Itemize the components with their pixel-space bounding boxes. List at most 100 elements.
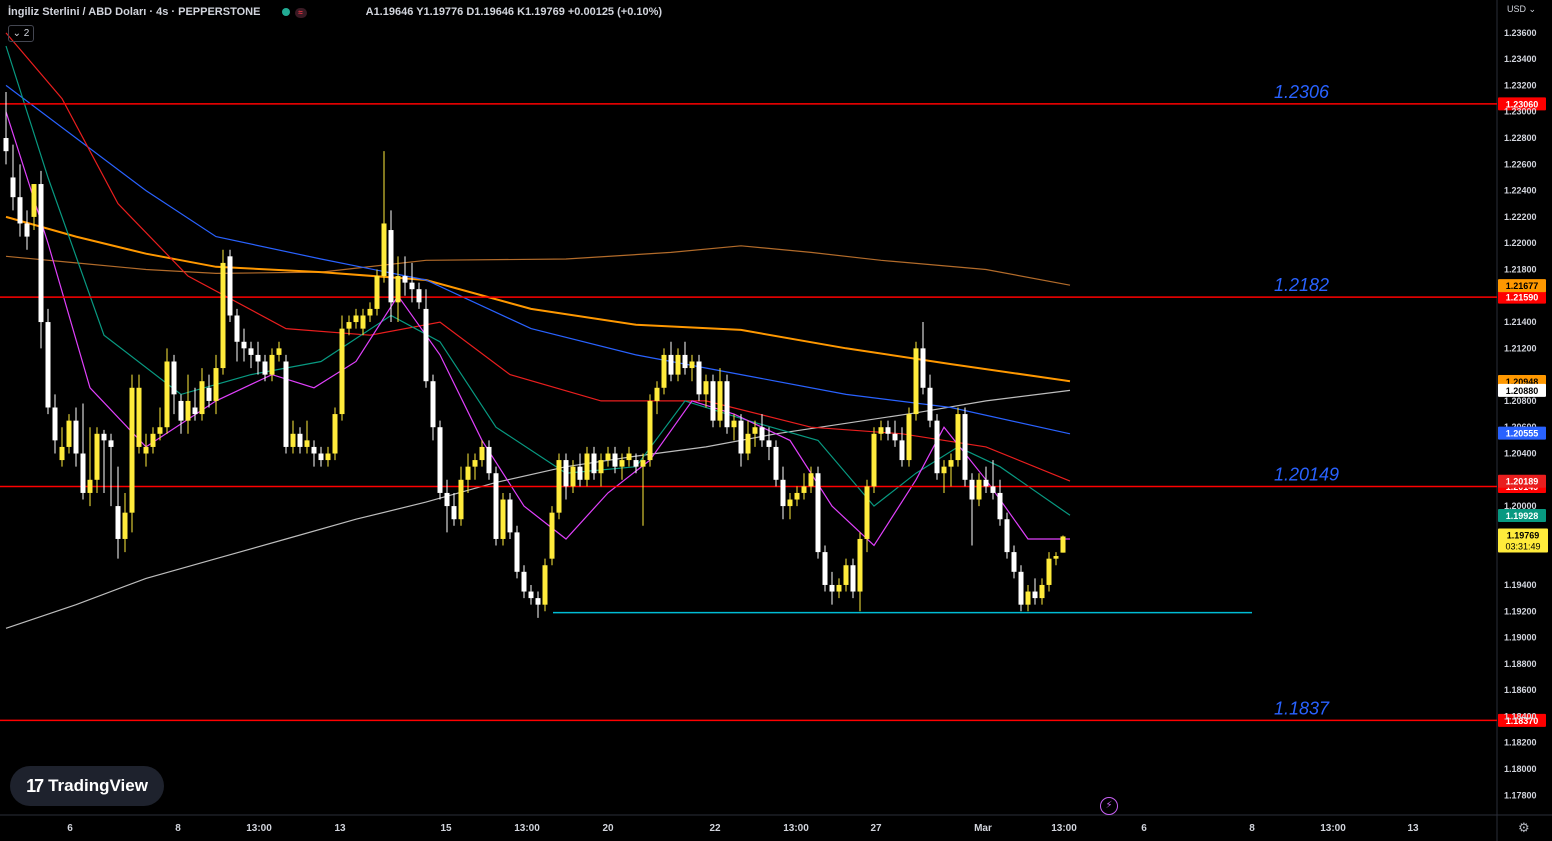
tv-logo-icon: 17 <box>26 775 44 796</box>
candle-body <box>815 473 821 553</box>
y-tick-label: 1.18000 <box>1504 764 1537 774</box>
x-tick-label: 6 <box>67 823 73 834</box>
indicator-price-tag-label: 1.20555 <box>1506 429 1539 439</box>
candle-body <box>500 499 506 539</box>
candle-body <box>759 427 765 441</box>
candle-body <box>927 387 933 421</box>
candle-body <box>801 486 807 493</box>
candle-body <box>73 420 79 454</box>
candle-body <box>647 400 653 461</box>
symbol-title[interactable]: İngiliz Sterlini / ABD Doları · 4s · PEP… <box>8 6 260 18</box>
current-price-label: 1.19769 <box>1507 530 1540 540</box>
candle-body <box>164 361 170 428</box>
candle-body <box>129 387 135 513</box>
candle-body <box>668 354 674 375</box>
candle-body <box>836 584 842 592</box>
candle-body <box>885 427 891 434</box>
candle-body <box>227 256 233 316</box>
y-tick-label: 1.19000 <box>1504 633 1537 643</box>
candle-body <box>381 223 387 277</box>
candle-body <box>367 308 373 316</box>
candle-body <box>38 184 44 323</box>
candle-body <box>948 460 954 467</box>
candle-body <box>395 276 401 303</box>
bar-countdown-label: 03:31:49 <box>1505 541 1540 551</box>
candle-body <box>185 400 191 421</box>
x-tick-label: Mar <box>974 823 992 834</box>
lightning-icon[interactable]: ⚡ <box>1100 797 1118 815</box>
x-tick-label: 8 <box>1249 823 1255 834</box>
candle-body <box>1011 552 1017 572</box>
candle-body <box>1032 591 1038 599</box>
ohlc-readout: A1.19646 Y1.19776 D1.19646 K1.19769 +0.0… <box>365 6 663 18</box>
alert-wave-icon[interactable]: ≈ <box>294 8 307 18</box>
candle-body <box>423 308 429 382</box>
candle-body <box>276 348 282 355</box>
candle-body <box>437 427 443 493</box>
candle-body <box>920 348 926 388</box>
candle-body <box>297 433 303 447</box>
candle-body <box>584 453 590 480</box>
candle-body <box>955 414 961 461</box>
candle-body <box>122 512 128 539</box>
x-tick-label: 13:00 <box>246 823 272 834</box>
candle-body <box>199 381 205 415</box>
candle-body <box>486 446 492 474</box>
candle-body <box>192 407 198 415</box>
indicator-collapse-button[interactable]: ⌄ 2 <box>8 25 34 42</box>
x-tick-label: 6 <box>1141 823 1147 834</box>
y-tick-label: 1.21200 <box>1504 343 1537 353</box>
candle-body <box>1025 591 1031 605</box>
candle-body <box>3 138 9 152</box>
y-tick-label: 1.18600 <box>1504 685 1537 695</box>
y-tick-label: 1.21800 <box>1504 264 1537 274</box>
candle-body <box>654 387 660 401</box>
candle-body <box>220 262 226 369</box>
candle-body <box>416 289 422 303</box>
candle-body <box>451 506 457 520</box>
y-tick-label: 1.18800 <box>1504 659 1537 669</box>
candle-body <box>59 446 65 461</box>
indicator-price-tag-label: 1.19928 <box>1506 511 1539 521</box>
candle-body <box>640 460 646 467</box>
indicator-price-tag-label: 1.20880 <box>1506 386 1539 396</box>
candle-body <box>773 446 779 480</box>
candle-body <box>1046 558 1052 585</box>
level-label: 1.20149 <box>1274 465 1339 485</box>
candle-body <box>136 387 142 447</box>
x-tick-label: 13 <box>334 823 346 834</box>
y-tick-label: 1.23200 <box>1504 80 1537 90</box>
x-tick-label: 13:00 <box>514 823 540 834</box>
gear-icon[interactable]: ⚙ <box>1518 820 1530 836</box>
candle-body <box>913 348 919 415</box>
candle-body <box>346 322 352 329</box>
candle-body <box>990 486 996 493</box>
indicator-price-tag-label: 1.21677 <box>1506 281 1539 291</box>
candle-body <box>829 584 835 592</box>
currency-selector[interactable]: USD ⌄ <box>1507 4 1536 15</box>
candle-body <box>444 492 450 507</box>
candle-body <box>80 453 86 493</box>
candle-body <box>311 446 317 454</box>
candle-body <box>234 315 240 342</box>
candle-body <box>465 466 471 480</box>
level-label: 1.2306 <box>1274 82 1330 102</box>
candle-body <box>528 591 534 599</box>
candle-body <box>430 381 436 428</box>
candle-body <box>752 427 758 434</box>
tradingview-logo[interactable]: 17 TradingView <box>10 766 164 806</box>
candle-body <box>598 460 604 474</box>
candle-body <box>577 466 583 480</box>
candle-body <box>1039 584 1045 599</box>
price-chart[interactable]: 1.23061.230601.21821.215901.201491.20149… <box>0 0 1552 841</box>
candle-body <box>731 420 737 428</box>
candle-body <box>157 427 163 434</box>
candle-body <box>171 361 177 395</box>
candle-body <box>1004 519 1010 553</box>
candle-body <box>941 466 947 474</box>
y-tick-label: 1.19400 <box>1504 580 1537 590</box>
candle-body <box>934 420 940 474</box>
candle-body <box>374 276 380 309</box>
candle-body <box>290 433 296 447</box>
candle-body <box>24 223 30 237</box>
